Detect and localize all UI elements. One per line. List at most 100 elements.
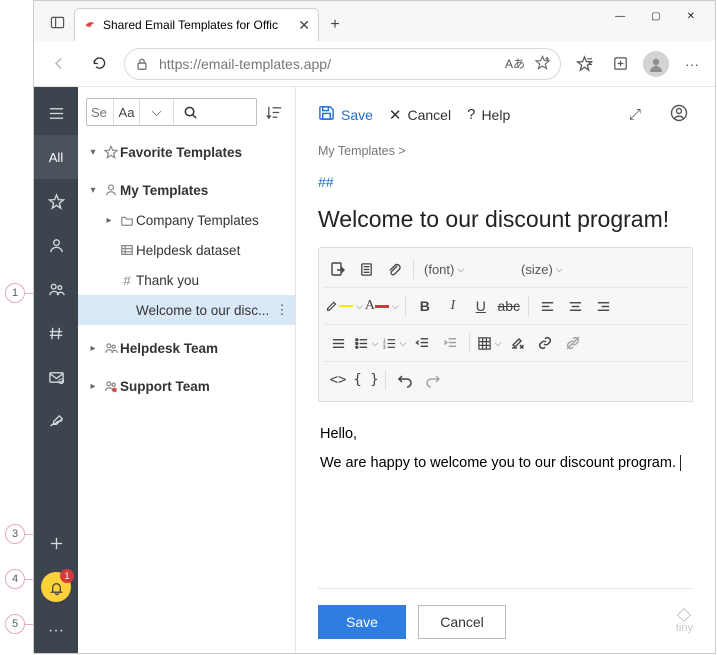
redo-icon[interactable] [420, 366, 446, 394]
clear-formatting-icon[interactable] [504, 329, 530, 357]
tree-my-templates[interactable]: ▾ My Templates [78, 175, 295, 205]
strikethrough-button[interactable]: abc [496, 292, 522, 320]
help-icon: ? [467, 106, 475, 123]
callout-5: 5 [5, 614, 25, 634]
rail-favorites-icon[interactable] [34, 179, 78, 223]
callout-3: 3 [5, 524, 25, 544]
hash-icon: # [118, 273, 136, 288]
rail-hash-icon[interactable] [34, 311, 78, 355]
search-scope-dropdown[interactable]: ⌵ [139, 99, 173, 125]
url-text: https://email-templates.app/ [159, 56, 495, 72]
chevron-right-icon: ▸ [100, 215, 118, 226]
profile-avatar[interactable] [643, 51, 669, 77]
template-title[interactable]: Welcome to our discount program! [318, 206, 693, 247]
attachment-icon[interactable] [381, 255, 407, 283]
link-icon[interactable] [532, 329, 558, 357]
rail-mail-icon[interactable] [34, 355, 78, 399]
team-admin-icon [102, 379, 120, 393]
size-select[interactable]: (size) [517, 255, 587, 283]
table-button[interactable] [476, 329, 502, 357]
editor-canvas[interactable]: Hello, We are happy to welcome you to ou… [318, 402, 693, 522]
rail-notifications[interactable]: 1 [34, 565, 78, 609]
callout-4: 4 [5, 569, 25, 589]
rail-person-icon[interactable] [34, 223, 78, 267]
tree-helpdesk-dataset[interactable]: Helpdesk dataset [78, 235, 295, 265]
font-select[interactable]: (font) [420, 255, 515, 283]
tab-close-icon[interactable]: ✕ [298, 17, 310, 34]
tree-favorites[interactable]: ▾ Favorite Templates [78, 137, 295, 167]
tree-helpdesk-team[interactable]: ▸ Helpdesk Team [78, 333, 295, 363]
favorite-star-icon[interactable] [535, 55, 550, 73]
macro-hash[interactable]: ## [318, 174, 693, 206]
align-right-icon[interactable] [591, 292, 617, 320]
bullets-button[interactable] [353, 329, 379, 357]
cancel-action[interactable]: ✕ Cancel [389, 106, 451, 124]
overflow-menu-icon[interactable]: ··· [679, 56, 705, 72]
body-line-1: Hello, [320, 420, 691, 449]
editor-panel: Save ✕ Cancel ? Help ⤢ My Templates > ##… [296, 87, 715, 653]
save-action[interactable]: Save [318, 104, 373, 125]
unlink-icon[interactable] [560, 329, 586, 357]
hamburger-icon[interactable] [34, 91, 78, 135]
insert-macro-icon[interactable] [325, 255, 351, 283]
dataset-icon [118, 243, 136, 257]
template-icon[interactable] [353, 255, 379, 283]
search-box[interactable]: Aa ⌵ [86, 98, 257, 126]
justify-icon[interactable] [325, 329, 351, 357]
underline-button[interactable]: U [468, 292, 494, 320]
user-icon[interactable] [665, 104, 693, 126]
help-action[interactable]: ? Help [467, 106, 510, 123]
indent-icon[interactable] [437, 329, 463, 357]
tree-welcome-template[interactable]: Welcome to our disc... ⋮ [78, 295, 295, 325]
footer-save-button[interactable]: Save [318, 605, 406, 639]
back-button[interactable] [44, 55, 74, 72]
navigation-rail: All 1 ··· [34, 87, 78, 653]
source-code-icon[interactable]: <> [325, 366, 351, 394]
browser-tab[interactable]: Shared Email Templates for Offic ✕ [74, 8, 319, 41]
cancel-icon: ✕ [389, 106, 402, 124]
footer-cancel-button[interactable]: Cancel [418, 605, 506, 639]
bold-button[interactable]: B [412, 292, 438, 320]
favorites-icon[interactable] [571, 55, 597, 72]
app-body: All 1 ··· Aa ⌵ [34, 87, 715, 653]
item-overflow-icon[interactable]: ⋮ [273, 302, 291, 318]
reader-icon[interactable]: Aあ [505, 55, 525, 72]
align-center-icon[interactable] [563, 292, 589, 320]
tree-support-team[interactable]: ▸ Support Team [78, 371, 295, 401]
align-left-icon[interactable] [535, 292, 561, 320]
font-color-button[interactable]: A [365, 292, 399, 320]
minimize-button[interactable]: — [615, 11, 625, 22]
case-toggle[interactable]: Aa [113, 99, 139, 125]
search-button[interactable] [173, 99, 207, 125]
new-tab-button[interactable]: + [319, 8, 351, 41]
chevron-right-icon: ▸ [84, 343, 102, 354]
maximize-button[interactable]: ▢ [651, 11, 660, 22]
rail-more-icon[interactable]: ··· [34, 609, 78, 653]
outdent-icon[interactable] [409, 329, 435, 357]
tree-thank-you[interactable]: # Thank you [78, 265, 295, 295]
italic-button[interactable]: I [440, 292, 466, 320]
search-input[interactable] [87, 105, 113, 120]
expand-icon[interactable]: ⤢ [621, 106, 649, 123]
code-block-icon[interactable]: { } [353, 366, 379, 394]
url-box[interactable]: https://email-templates.app/ Aあ [124, 48, 561, 80]
chevron-down-icon: ▾ [84, 147, 102, 158]
reload-button[interactable] [84, 55, 114, 72]
close-window-button[interactable]: ✕ [687, 11, 695, 22]
collections-icon[interactable] [607, 55, 633, 72]
rail-sign-icon[interactable] [34, 399, 78, 443]
lock-icon [135, 57, 149, 71]
breadcrumb[interactable]: My Templates > [318, 142, 693, 174]
rail-team-icon[interactable] [34, 267, 78, 311]
rail-add-button[interactable] [34, 521, 78, 565]
numbering-button[interactable]: 123 [381, 329, 407, 357]
highlight-color-button[interactable] [325, 292, 363, 320]
editor-toolbar: Save ✕ Cancel ? Help ⤢ [318, 87, 693, 142]
sort-button[interactable] [261, 98, 287, 126]
tree-company-templates[interactable]: ▸ Company Templates [78, 205, 295, 235]
tab-actions-icon[interactable] [40, 3, 74, 41]
person-icon [102, 183, 120, 197]
template-tree: Aa ⌵ ▾ Favorite Templates ▾ My Templates [78, 87, 296, 653]
rail-all[interactable]: All [34, 135, 78, 179]
undo-icon[interactable] [392, 366, 418, 394]
